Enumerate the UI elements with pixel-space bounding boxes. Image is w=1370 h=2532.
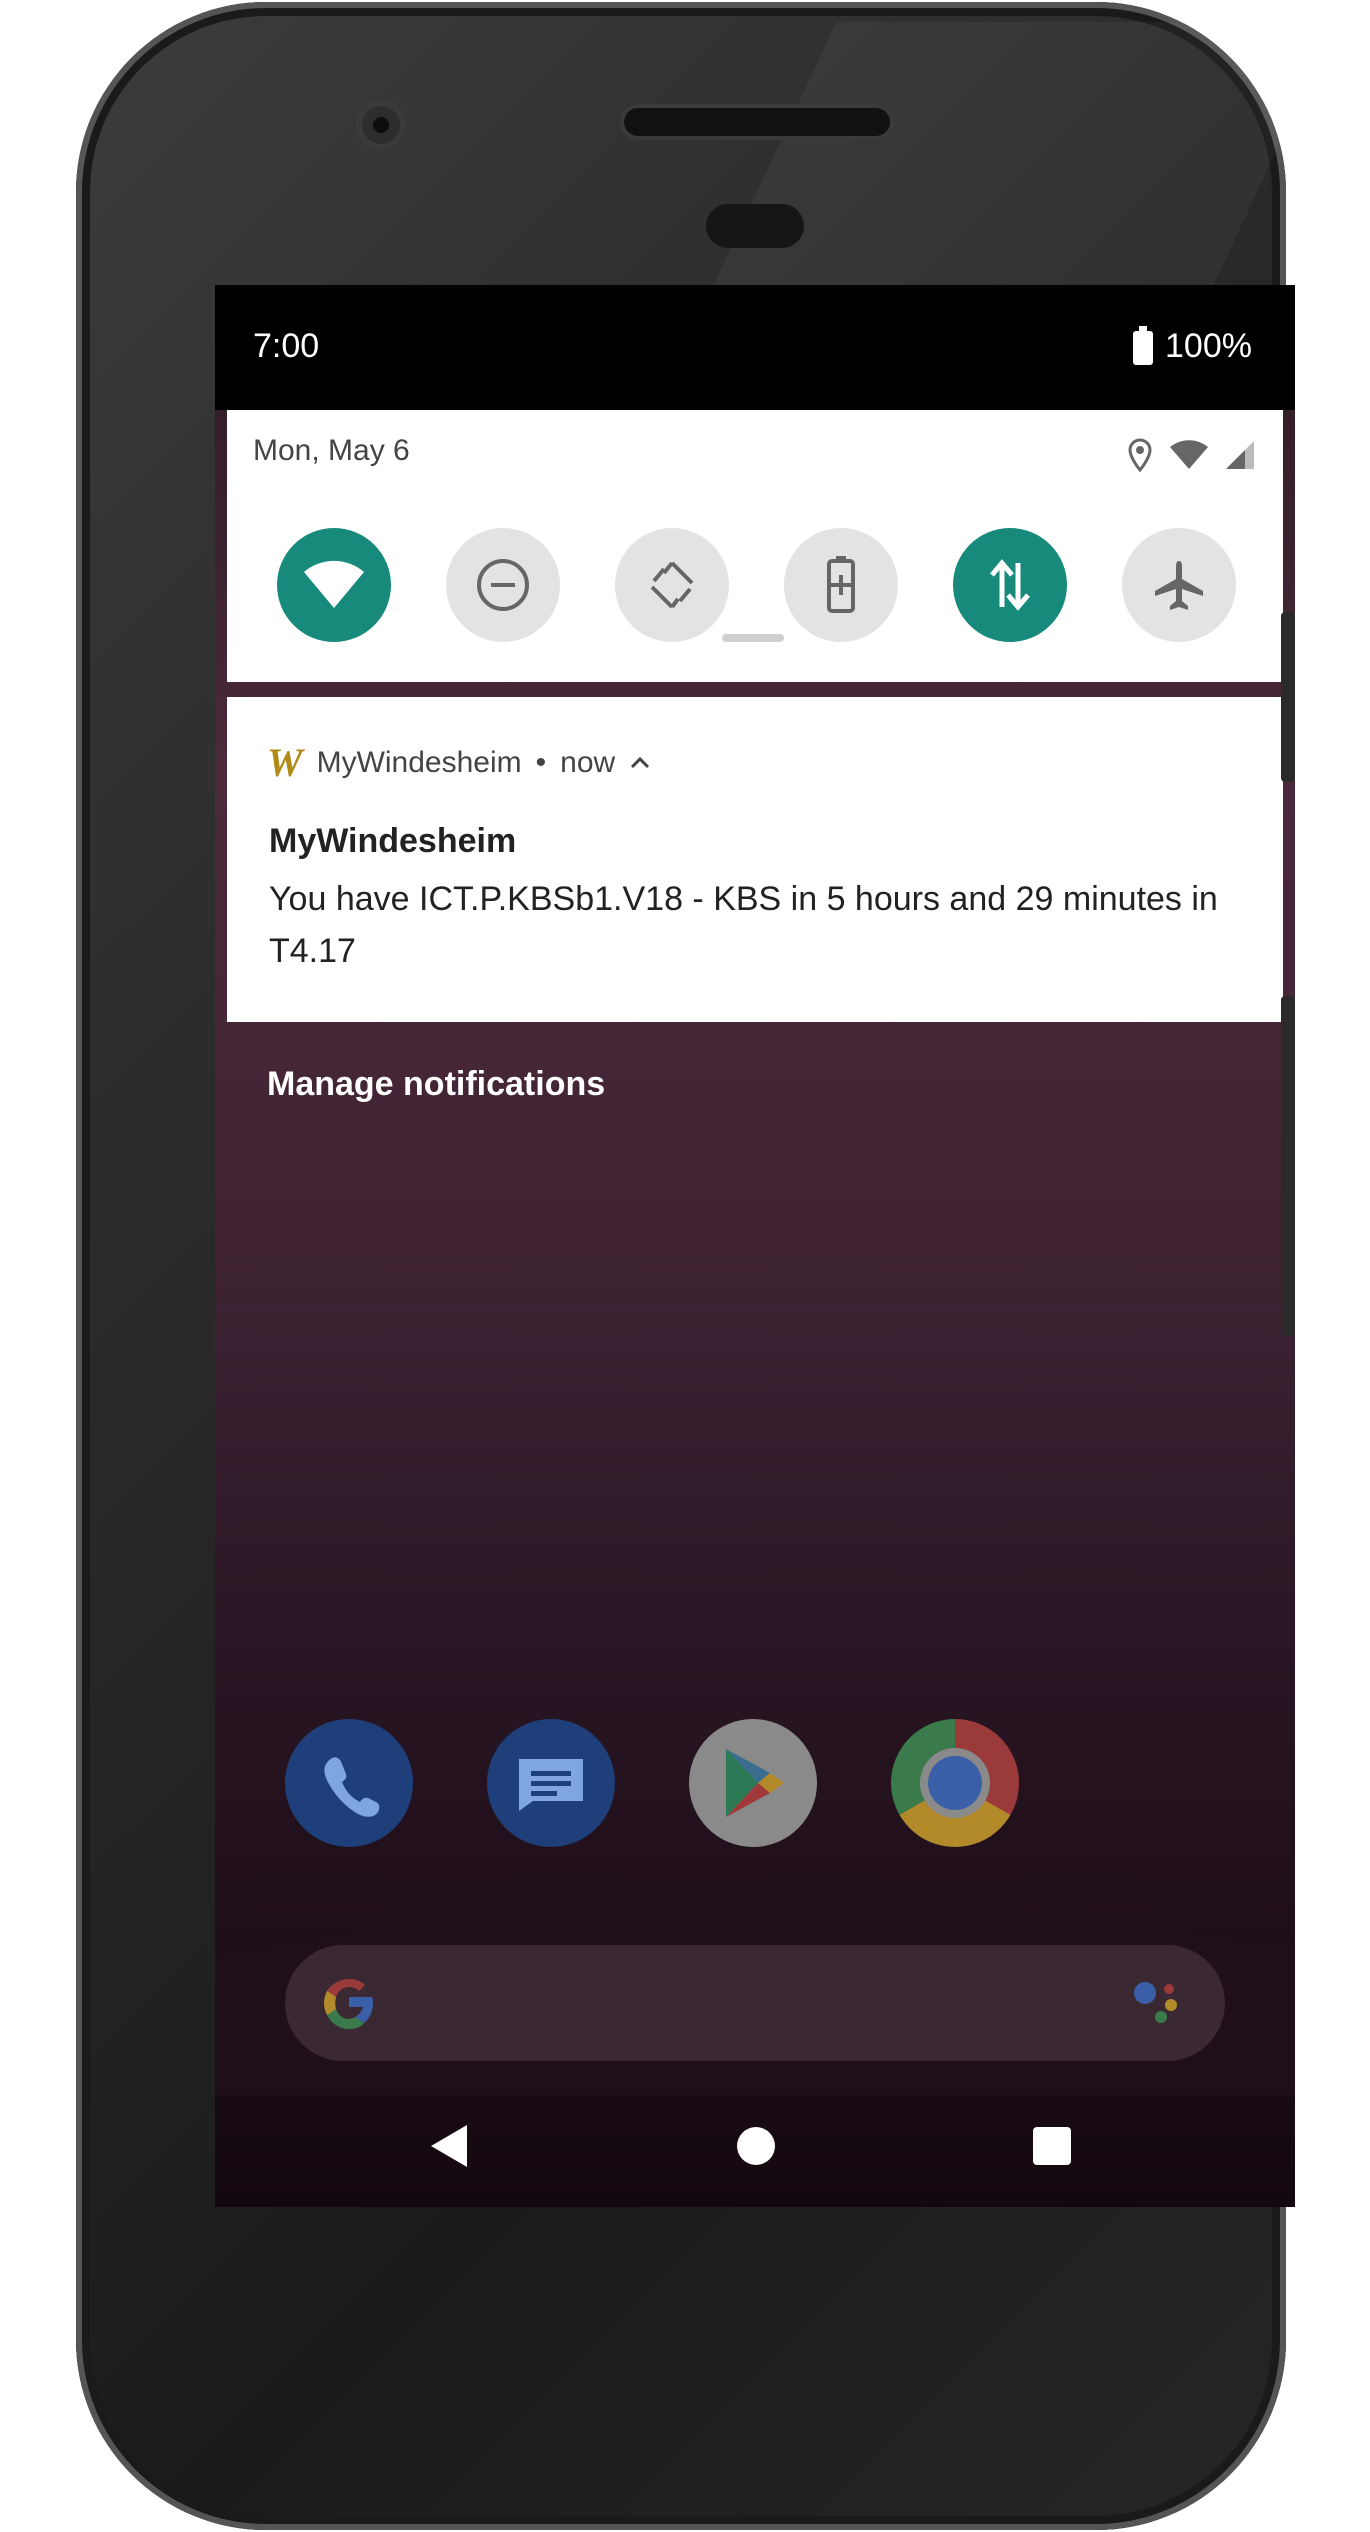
proximity-sensor (706, 204, 804, 248)
battery-percent: 100% (1165, 327, 1252, 365)
power-button (1281, 612, 1295, 782)
battery-icon (1133, 326, 1153, 365)
manage-notifications-button[interactable]: Manage notifications (267, 1065, 605, 1104)
notification-header: W MyWindesheim • now (267, 739, 651, 786)
earpiece-speaker (624, 108, 890, 136)
google-g-icon (324, 1979, 373, 2029)
play-store-icon (726, 1749, 784, 1817)
notification-card[interactable]: W MyWindesheim • now MyWindesheim You ha… (227, 697, 1283, 1022)
mobile-data-icon (990, 559, 1030, 611)
status-time: 7:00 (253, 327, 320, 365)
tile-mobile-data[interactable] (953, 528, 1067, 642)
airplane-icon (1155, 561, 1203, 610)
quick-settings-panel: Mon, May 6 (227, 410, 1283, 682)
qs-date[interactable]: Mon, May 6 (253, 434, 410, 468)
tile-battery-saver[interactable] (784, 528, 898, 642)
volume-rocker (1281, 996, 1295, 1336)
back-icon[interactable] (429, 2123, 469, 2169)
notification-time: now (560, 745, 616, 779)
tile-auto-rotate[interactable] (615, 528, 729, 642)
notification-separator: • (535, 745, 547, 779)
notification-title: MyWindesheim (269, 822, 517, 860)
messages-app-icon[interactable] (487, 1719, 615, 1847)
phone-frame: 7:00 100% Mon, May 6 W MyWindesheim • no… (76, 2, 1337, 2530)
recents-icon[interactable] (1033, 2127, 1071, 2165)
do-not-disturb-icon (477, 559, 529, 611)
app-dock (285, 1719, 1025, 1849)
front-camera (356, 100, 406, 150)
location-icon (1128, 438, 1152, 472)
home-icon[interactable] (736, 2126, 776, 2166)
notification-app-name: MyWindesheim (316, 745, 522, 779)
auto-rotate-icon (650, 561, 694, 609)
tile-do-not-disturb[interactable] (446, 528, 560, 642)
phone-icon (324, 1757, 380, 1817)
play-store-app-icon[interactable] (689, 1719, 817, 1847)
qs-page-indicator (722, 634, 784, 642)
wifi-signal-icon (1170, 440, 1208, 469)
phone-app-icon[interactable] (285, 1719, 413, 1847)
cell-signal-icon (1226, 441, 1254, 469)
wifi-icon (304, 560, 364, 608)
google-assistant-icon (1134, 1982, 1177, 2023)
screen: 7:00 100% Mon, May 6 W MyWindesheim • no… (215, 285, 1295, 2207)
google-search-bar[interactable] (285, 1945, 1225, 2061)
notification-text: You have ICT.P.KBSb1.V18 - KBS in 5 hour… (269, 880, 1218, 970)
chrome-app-icon[interactable] (891, 1719, 1019, 1847)
tile-airplane-mode[interactable] (1122, 528, 1236, 642)
qs-status-icons (1127, 438, 1255, 472)
messages-icon (519, 1759, 583, 1811)
chrome-icon (928, 1756, 982, 1810)
tile-wifi[interactable] (277, 528, 391, 642)
navigation-bar (215, 2075, 1295, 2207)
expand-chevron-icon[interactable] (629, 755, 651, 771)
battery-saver-icon (827, 556, 855, 613)
app-logo-icon: W (267, 740, 303, 785)
status-bar: 7:00 100% (215, 285, 1295, 410)
